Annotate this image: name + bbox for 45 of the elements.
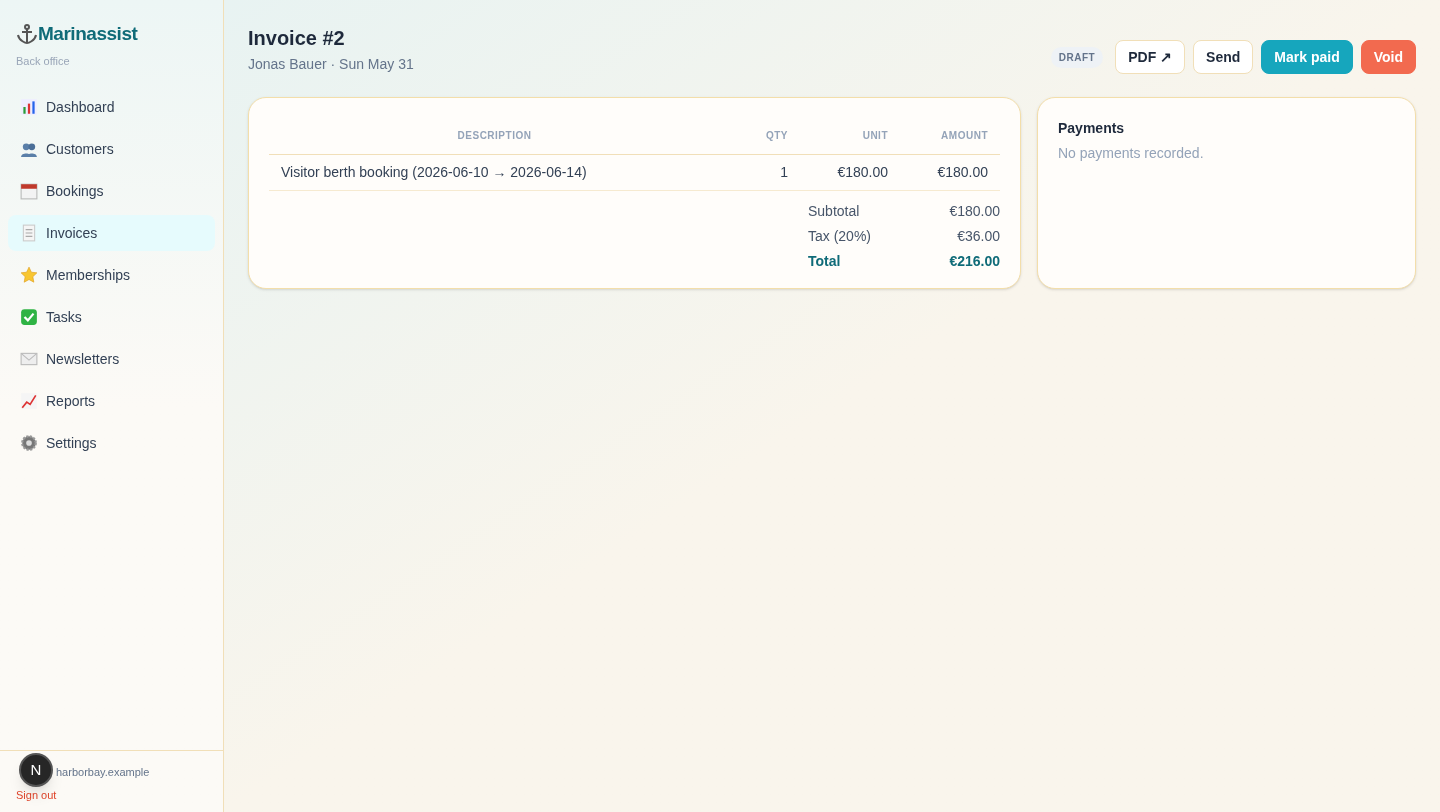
action-button[interactable]: PDF ↗ <box>1115 40 1186 74</box>
calendar-icon <box>20 182 38 200</box>
checkmark-icon <box>20 308 38 326</box>
sign-out-link[interactable]: Sign out <box>16 786 57 803</box>
column-header: QTY <box>720 118 800 154</box>
action-button[interactable]: Send <box>1193 40 1254 74</box>
chart-icon <box>20 98 38 116</box>
star-icon <box>20 266 38 284</box>
gear-icon <box>20 434 38 452</box>
dev-badge[interactable]: N <box>19 753 53 787</box>
table-cell: €180.00 <box>900 154 1000 190</box>
nav-item[interactable]: Dashboard <box>8 89 215 125</box>
nav-item[interactable]: Settings <box>8 425 215 461</box>
envelope-icon <box>20 350 38 368</box>
nav-item[interactable]: Invoices <box>8 215 215 251</box>
brand-name: Marinassist <box>38 22 138 46</box>
account-email: harborbay.example <box>56 765 150 780</box>
total-label: Total <box>808 251 841 271</box>
page-title: Invoice #2 <box>248 26 346 51</box>
nav-item[interactable]: Newsletters <box>8 341 215 377</box>
nav-item[interactable]: Bookings <box>8 173 215 209</box>
nav-item[interactable]: Reports <box>8 383 215 419</box>
line-chart-icon <box>20 392 38 410</box>
column-header: UNIT <box>800 118 900 154</box>
page-subtitle: Jonas Bauer · Sun May 31 <box>248 55 414 74</box>
status-badge: DRAFT <box>1050 46 1104 68</box>
nav-item[interactable]: Tasks <box>8 299 215 335</box>
nav-item[interactable]: Customers <box>8 131 215 167</box>
table-cell: €180.00 <box>800 154 900 190</box>
total-value: €216.00 <box>949 251 1000 271</box>
brand-subtitle: Back office <box>16 53 71 69</box>
column-header: AMOUNT <box>900 118 1000 154</box>
totals-label: Tax (20%) <box>808 226 872 246</box>
totals-value: €180.00 <box>949 201 1000 221</box>
payments-title: Payments <box>1058 119 1126 138</box>
people-icon <box>20 140 38 158</box>
table-cell: Visitor berth booking (2026-06-10 → 2026-06-14) <box>269 154 720 190</box>
table-cell: 1 <box>720 154 800 190</box>
anchor-icon <box>16 24 38 45</box>
payments-empty-text: No payments recorded. <box>1058 144 1205 163</box>
nav-item[interactable]: Memberships <box>8 257 215 293</box>
receipt-icon <box>20 224 38 242</box>
totals-label: Subtotal <box>808 201 860 221</box>
column-header: DESCRIPTION <box>269 118 720 154</box>
totals-value: €36.00 <box>957 226 1000 246</box>
